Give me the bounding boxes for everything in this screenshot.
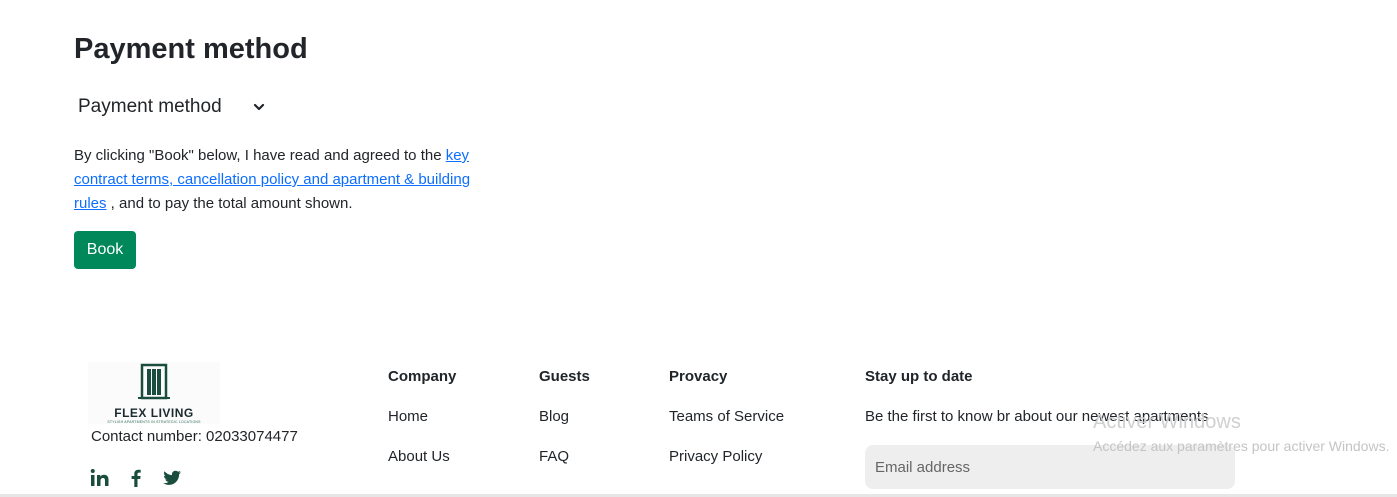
building-icon — [136, 362, 172, 405]
payment-method-select[interactable]: Payment method — [74, 90, 284, 124]
footer-link-terms-of-service[interactable]: Teams of Service — [669, 408, 784, 425]
footer-link-home[interactable]: Home — [388, 408, 428, 425]
footer-link-blog[interactable]: Blog — [539, 408, 569, 425]
flex-living-logo[interactable]: FLEX LIVING STYLISH APARTMENTS IN STRATE… — [88, 362, 220, 424]
footer-link-faq[interactable]: FAQ — [539, 448, 569, 465]
facebook-icon[interactable] — [125, 467, 147, 489]
footer-heading-newsletter: Stay up to date — [865, 368, 973, 385]
linkedin-icon[interactable] — [89, 467, 111, 489]
footer-heading-privacy: Provacy — [669, 368, 728, 385]
windows-activation-hint: Accédez aux paramètres pour activer Wind… — [1093, 438, 1390, 454]
payment-method-select-value: Payment method — [78, 96, 222, 117]
logo-tagline: STYLISH APARTMENTS IN STRATEGIC LOCATION… — [107, 420, 201, 424]
terms-agreement-text: By clicking "Book" below, I have read an… — [74, 147, 471, 212]
footer-heading-guests: Guests — [539, 368, 590, 385]
footer-link-about-us[interactable]: About Us — [388, 448, 450, 465]
windows-activation-title: Activer Windows — [1093, 411, 1241, 433]
twitter-icon[interactable] — [161, 467, 183, 489]
contact-number: Contact number: 02033074477 — [91, 428, 298, 445]
book-button[interactable]: Book — [74, 231, 136, 269]
chevron-down-icon — [252, 100, 266, 114]
page-title: Payment method — [74, 33, 308, 65]
logo-wordmark: FLEX LIVING — [114, 406, 194, 420]
footer-heading-company: Company — [388, 368, 457, 385]
social-links — [89, 467, 183, 489]
footer-link-privacy-policy[interactable]: Privacy Policy — [669, 448, 762, 465]
